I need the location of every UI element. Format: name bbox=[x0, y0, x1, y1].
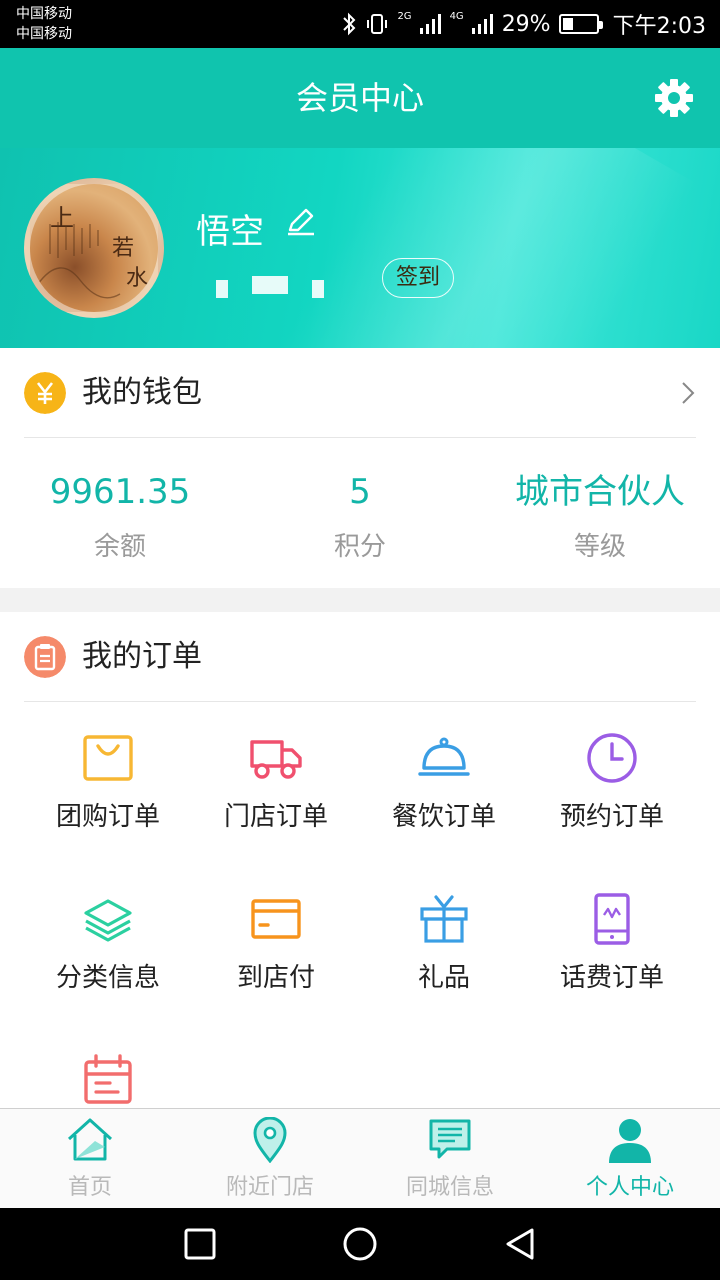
username: 悟空 bbox=[196, 212, 264, 252]
order-item-label: 话费订单 bbox=[559, 963, 664, 993]
orders-header[interactable]: 我的订单 bbox=[24, 612, 696, 702]
bottom-nav: 首页 附近门店 同城信息 个人中心 bbox=[0, 1108, 720, 1208]
truck-icon bbox=[250, 740, 302, 779]
page-title: 会员中心 bbox=[295, 79, 424, 117]
status-bar: 中国移动 中国移动 2G 4G 29% 下午2:03 bbox=[0, 0, 720, 48]
order-item-label: 门店订单 bbox=[223, 802, 328, 832]
stat-balance[interactable]: 9961.35 余额 bbox=[0, 438, 240, 588]
chevron-right-icon bbox=[682, 382, 695, 404]
signal-icon bbox=[419, 14, 441, 34]
nav-label: 个人中心 bbox=[585, 1175, 674, 1200]
back-icon[interactable] bbox=[502, 1226, 538, 1262]
battery-percent: 29% bbox=[501, 11, 551, 37]
message-icon bbox=[429, 1119, 471, 1159]
food-cloche-icon bbox=[418, 737, 470, 776]
orders-title: 我的订单 bbox=[82, 639, 202, 674]
masked-text bbox=[216, 280, 228, 298]
pencil-icon[interactable] bbox=[284, 204, 318, 238]
signal-icon-2 bbox=[471, 14, 493, 34]
stat-points[interactable]: 5 积分 bbox=[240, 438, 480, 588]
order-item-label: 团购订单 bbox=[55, 802, 160, 832]
shopping-bag-icon bbox=[83, 735, 133, 781]
orders-card: 我的订单 团购订单 门店订单 餐饮订单 预约订单 分类信息 到店付 礼品 话费订… bbox=[0, 612, 720, 1112]
home-icon bbox=[67, 1118, 113, 1161]
network-type-1: 2G bbox=[397, 10, 412, 22]
system-nav-bar bbox=[0, 1208, 720, 1280]
phone-icon bbox=[594, 893, 630, 945]
card-icon bbox=[251, 899, 301, 939]
order-item-store[interactable]: 门店订单 bbox=[192, 712, 360, 873]
order-item-label: 礼品 bbox=[417, 963, 470, 993]
recent-apps-icon[interactable] bbox=[182, 1226, 218, 1262]
clipboard-icon bbox=[24, 636, 66, 678]
nav-item-nearby-stores[interactable]: 附近门店 bbox=[180, 1109, 360, 1208]
order-item-pay-in-store[interactable]: 到店付 bbox=[192, 873, 360, 1034]
order-item-reservation[interactable]: 预约订单 bbox=[528, 712, 696, 873]
nav-item-profile[interactable]: 个人中心 bbox=[540, 1109, 720, 1208]
order-item-gift[interactable]: 礼品 bbox=[360, 873, 528, 1034]
battery-fill bbox=[562, 18, 573, 30]
order-item-group-buy[interactable]: 团购订单 bbox=[24, 712, 192, 873]
nav-item-local-info[interactable]: 同城信息 bbox=[360, 1109, 540, 1208]
battery-icon bbox=[558, 14, 603, 34]
stat-label: 余额 bbox=[93, 532, 146, 562]
vibrate-icon bbox=[367, 14, 388, 34]
wallet-stats: 9961.35 余额 5 积分 城市合伙人 等级 bbox=[0, 438, 720, 588]
profile-banner: 上 若 水 悟空 签到 bbox=[0, 148, 720, 348]
checkin-button[interactable]: 签到 bbox=[382, 258, 454, 298]
nav-label: 首页 bbox=[67, 1175, 112, 1200]
order-item-phone-bill[interactable]: 话费订单 bbox=[528, 873, 696, 1034]
status-icons: 2G 4G 29% 下午2:03 bbox=[341, 8, 706, 40]
nav-label: 同城信息 bbox=[405, 1175, 494, 1200]
gear-icon[interactable] bbox=[654, 78, 694, 118]
yen-icon bbox=[24, 372, 66, 414]
network-type-2: 4G bbox=[449, 10, 464, 22]
masked-text bbox=[312, 280, 324, 298]
order-item-label: 到店付 bbox=[236, 963, 315, 993]
order-item-dining[interactable]: 餐饮订单 bbox=[360, 712, 528, 873]
wallet-card: 我的钱包 9961.35 余额 5 积分 城市合伙人 等级 bbox=[0, 348, 720, 588]
carrier-label-1: 中国移动 bbox=[16, 6, 72, 22]
bluetooth-icon bbox=[343, 12, 356, 36]
stat-level[interactable]: 城市合伙人 等级 bbox=[480, 438, 720, 588]
calendar-icon bbox=[84, 1054, 132, 1104]
home-button-icon[interactable] bbox=[342, 1226, 378, 1262]
clock: 下午2:03 bbox=[612, 14, 706, 39]
nav-label: 附近门店 bbox=[225, 1175, 314, 1200]
nav-item-home[interactable]: 首页 bbox=[0, 1109, 180, 1208]
wallet-title: 我的钱包 bbox=[82, 375, 202, 410]
order-item-label: 餐饮订单 bbox=[391, 802, 496, 832]
stat-label: 积分 bbox=[333, 532, 386, 562]
stat-value: 9961.35 bbox=[49, 472, 191, 512]
stat-value: 城市合伙人 bbox=[515, 472, 685, 512]
masked-text bbox=[252, 276, 288, 294]
avatar[interactable]: 上 若 水 bbox=[24, 178, 164, 318]
wallet-header[interactable]: 我的钱包 bbox=[24, 348, 696, 438]
location-pin-icon bbox=[253, 1117, 287, 1163]
app-header: 会员中心 bbox=[0, 48, 720, 148]
order-item-classified[interactable]: 分类信息 bbox=[24, 873, 192, 1034]
order-item-label: 预约订单 bbox=[559, 802, 664, 832]
stat-label: 等级 bbox=[573, 532, 626, 562]
person-icon bbox=[609, 1119, 651, 1163]
avatar-texture bbox=[37, 222, 121, 299]
layers-icon bbox=[84, 899, 132, 942]
gift-icon bbox=[420, 895, 468, 943]
stat-value: 5 bbox=[349, 472, 371, 512]
order-item-label: 分类信息 bbox=[55, 963, 160, 993]
carrier-label-2: 中国移动 bbox=[16, 26, 72, 42]
carrier-info: 中国移动 中国移动 bbox=[16, 4, 72, 44]
clock-icon bbox=[587, 733, 637, 783]
